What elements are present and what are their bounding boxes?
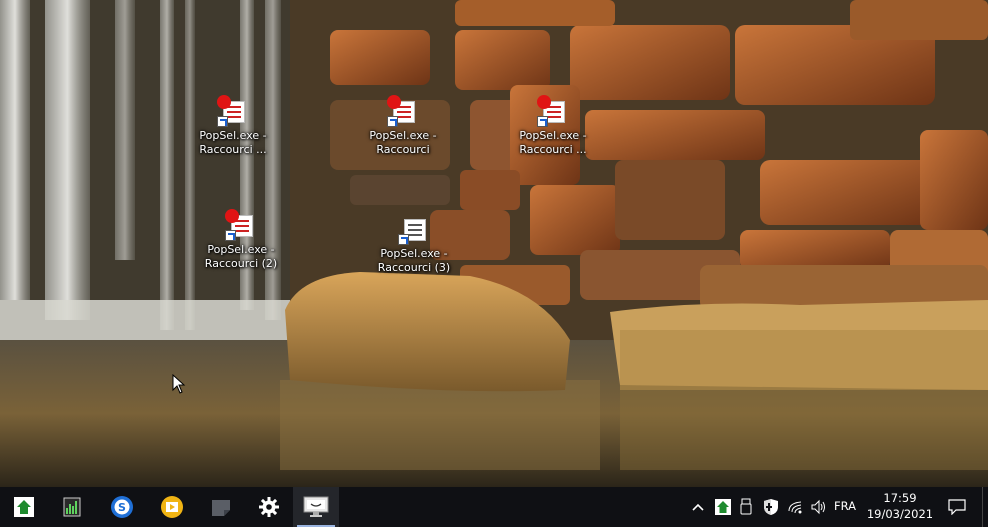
shortcut-label: PopSel.exe - Raccourci (3) xyxy=(377,247,451,274)
clock-time: 17:59 xyxy=(883,491,917,505)
popsel-shortcut-icon xyxy=(537,95,569,127)
mouse-cursor-icon xyxy=(172,374,186,394)
settings-gear-icon xyxy=(259,497,279,517)
taskbar: S FRA 17:59 19/03/2021 xyxy=(0,487,988,527)
clock-date: 19/03/2021 xyxy=(866,507,934,521)
tray-green-house[interactable] xyxy=(712,487,734,527)
taskbar-app-green-house[interactable] xyxy=(0,487,48,527)
desktop-shortcut-popsel-5[interactable]: PopSel.exe - Raccourci (3) xyxy=(364,213,464,275)
taskbar-app-blue-s[interactable]: S xyxy=(98,487,146,527)
sticky-note-icon xyxy=(212,500,230,516)
taskbar-app-taskmanager[interactable] xyxy=(48,487,96,527)
security-shield-icon xyxy=(764,499,778,515)
tray-volume[interactable] xyxy=(808,487,830,527)
monitor-icon xyxy=(303,496,329,517)
taskbar-app-sticky-notes[interactable] xyxy=(197,487,245,527)
show-desktop-button[interactable] xyxy=(982,487,988,527)
popsel-plain-shortcut-icon xyxy=(398,213,430,245)
desktop-wallpaper xyxy=(0,0,988,487)
chevron-up-icon xyxy=(692,503,704,511)
clock[interactable]: 17:59 19/03/2021 xyxy=(864,490,936,522)
action-center-button[interactable] xyxy=(940,487,974,527)
taskbar-app-monitor[interactable] xyxy=(293,487,339,527)
shortcut-label: PopSel.exe - Raccourci ... xyxy=(519,129,587,156)
notification-icon xyxy=(948,499,966,515)
shortcut-label: PopSel.exe - Raccourci (2) xyxy=(204,243,278,270)
input-language-indicator[interactable]: FRA xyxy=(834,499,856,513)
blue-s-icon: S xyxy=(111,496,133,518)
svg-text:S: S xyxy=(118,501,126,514)
wifi-icon xyxy=(788,501,802,514)
green-house-icon xyxy=(715,499,731,515)
desktop[interactable]: PopSel.exe - Raccourci ... PopSel.exe - … xyxy=(0,0,988,487)
desktop-shortcut-popsel-2[interactable]: PopSel.exe - Raccourci xyxy=(353,95,453,157)
shortcut-label: PopSel.exe - Raccourci ... xyxy=(199,129,267,156)
taskbar-app-settings[interactable] xyxy=(245,487,293,527)
tray-show-hidden-icons[interactable] xyxy=(688,487,708,527)
shortcut-label: PopSel.exe - Raccourci xyxy=(369,129,437,156)
green-house-icon xyxy=(14,497,34,517)
speaker-icon xyxy=(811,499,825,515)
desktop-shortcut-popsel-1[interactable]: PopSel.exe - Raccourci ... xyxy=(183,95,283,157)
media-player-icon xyxy=(161,496,183,518)
popsel-shortcut-icon xyxy=(225,209,257,241)
popsel-shortcut-icon xyxy=(387,95,419,127)
performance-chart-icon xyxy=(63,497,81,517)
desktop-shortcut-popsel-4[interactable]: PopSel.exe - Raccourci (2) xyxy=(191,209,291,271)
desktop-shortcut-popsel-3[interactable]: PopSel.exe - Raccourci ... xyxy=(503,95,603,157)
popsel-shortcut-icon xyxy=(217,95,249,127)
tray-usb-device[interactable] xyxy=(736,487,756,527)
taskbar-app-media-player[interactable] xyxy=(148,487,196,527)
usb-device-icon xyxy=(740,498,752,515)
tray-security[interactable] xyxy=(760,487,782,527)
tray-network[interactable] xyxy=(785,487,807,527)
